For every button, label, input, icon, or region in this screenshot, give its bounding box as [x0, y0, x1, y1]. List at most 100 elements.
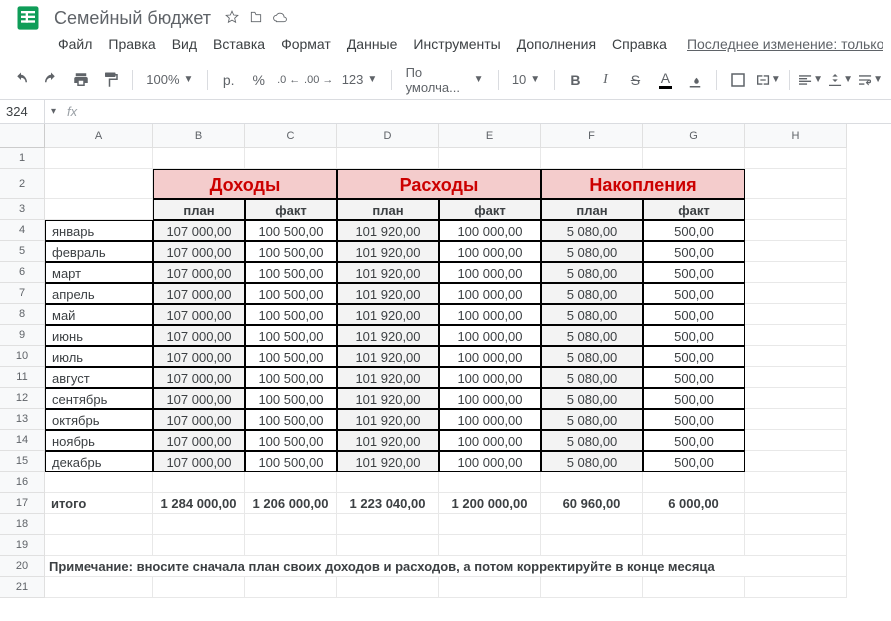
cell[interactable] — [541, 535, 643, 556]
row-header[interactable]: 16 — [0, 472, 45, 493]
borders-button[interactable] — [725, 67, 751, 93]
cloud-icon[interactable] — [273, 10, 287, 27]
paint-format-button[interactable] — [98, 67, 124, 93]
star-icon[interactable] — [225, 10, 239, 27]
value-cell[interactable]: 107 000,00 — [153, 409, 245, 430]
value-cell[interactable]: 100 000,00 — [439, 283, 541, 304]
cell[interactable] — [153, 577, 245, 598]
value-cell[interactable]: 107 000,00 — [153, 304, 245, 325]
row-header[interactable]: 2 — [0, 169, 45, 199]
month-cell[interactable]: апрель — [45, 283, 153, 304]
cell[interactable] — [153, 514, 245, 535]
cell[interactable] — [745, 169, 847, 199]
value-cell[interactable]: 100 000,00 — [439, 220, 541, 241]
month-cell[interactable]: февраль — [45, 241, 153, 262]
value-cell[interactable]: 500,00 — [643, 283, 745, 304]
cell[interactable] — [643, 472, 745, 493]
bold-button[interactable]: B — [562, 67, 588, 93]
sub-header[interactable]: факт — [643, 199, 745, 220]
value-cell[interactable]: 100 000,00 — [439, 325, 541, 346]
cell[interactable] — [643, 535, 745, 556]
cell[interactable] — [745, 577, 847, 598]
row-header[interactable]: 14 — [0, 430, 45, 451]
zoom-select[interactable]: 100%▼ — [140, 72, 199, 87]
value-cell[interactable]: 107 000,00 — [153, 325, 245, 346]
value-cell[interactable]: 5 080,00 — [541, 325, 643, 346]
value-cell[interactable]: 5 080,00 — [541, 451, 643, 472]
currency-button[interactable]: р. — [216, 67, 242, 93]
merge-button[interactable]: ▼ — [755, 67, 781, 93]
value-cell[interactable]: 100 000,00 — [439, 304, 541, 325]
cell[interactable] — [745, 514, 847, 535]
value-cell[interactable]: 100 500,00 — [245, 451, 337, 472]
cell[interactable] — [745, 367, 847, 388]
menu-insert[interactable]: Вставка — [205, 32, 273, 56]
cell[interactable] — [245, 577, 337, 598]
value-cell[interactable]: 500,00 — [643, 220, 745, 241]
value-cell[interactable]: 101 920,00 — [337, 367, 439, 388]
value-cell[interactable]: 107 000,00 — [153, 262, 245, 283]
cell[interactable] — [745, 262, 847, 283]
font-select[interactable]: По умолча...▼ — [400, 65, 490, 95]
value-cell[interactable]: 100 000,00 — [439, 367, 541, 388]
cell[interactable] — [745, 199, 847, 220]
value-cell[interactable]: 500,00 — [643, 430, 745, 451]
col-header[interactable]: A — [45, 124, 153, 148]
cell[interactable] — [245, 535, 337, 556]
cell[interactable] — [643, 148, 745, 169]
number-format-select[interactable]: 123▼ — [336, 72, 384, 87]
name-box[interactable]: 324 — [0, 100, 45, 123]
menu-data[interactable]: Данные — [339, 32, 406, 56]
cell[interactable] — [541, 472, 643, 493]
value-cell[interactable]: 500,00 — [643, 367, 745, 388]
cell[interactable] — [745, 430, 847, 451]
value-cell[interactable]: 100 000,00 — [439, 451, 541, 472]
month-cell[interactable]: октябрь — [45, 409, 153, 430]
value-cell[interactable]: 100 500,00 — [245, 304, 337, 325]
month-cell[interactable]: июнь — [45, 325, 153, 346]
month-cell[interactable]: сентябрь — [45, 388, 153, 409]
sub-header[interactable]: факт — [439, 199, 541, 220]
cell[interactable] — [245, 148, 337, 169]
cell[interactable] — [745, 148, 847, 169]
menu-format[interactable]: Формат — [273, 32, 339, 56]
cell[interactable] — [745, 472, 847, 493]
value-cell[interactable]: 100 500,00 — [245, 346, 337, 367]
value-cell[interactable]: 101 920,00 — [337, 451, 439, 472]
wrap-button[interactable]: ▼ — [857, 67, 883, 93]
cell[interactable] — [541, 514, 643, 535]
value-cell[interactable]: 101 920,00 — [337, 283, 439, 304]
cell[interactable] — [245, 472, 337, 493]
value-cell[interactable]: 500,00 — [643, 304, 745, 325]
note-cell[interactable]: Примечание: вносите сначала план своих д… — [45, 556, 847, 577]
cell[interactable] — [745, 220, 847, 241]
value-cell[interactable]: 101 920,00 — [337, 388, 439, 409]
value-cell[interactable]: 5 080,00 — [541, 241, 643, 262]
value-cell[interactable]: 107 000,00 — [153, 388, 245, 409]
valign-button[interactable]: ▼ — [827, 67, 853, 93]
row-header[interactable]: 4 — [0, 220, 45, 241]
value-cell[interactable]: 100 500,00 — [245, 367, 337, 388]
value-cell[interactable]: 5 080,00 — [541, 220, 643, 241]
total-cell[interactable]: 1 223 040,00 — [337, 493, 439, 514]
value-cell[interactable]: 107 000,00 — [153, 346, 245, 367]
cell[interactable] — [45, 514, 153, 535]
cell[interactable] — [439, 514, 541, 535]
value-cell[interactable]: 500,00 — [643, 262, 745, 283]
cell[interactable] — [439, 577, 541, 598]
value-cell[interactable]: 100 000,00 — [439, 409, 541, 430]
month-cell[interactable]: январь — [45, 220, 153, 241]
menu-help[interactable]: Справка — [604, 32, 675, 56]
move-icon[interactable] — [249, 10, 263, 27]
value-cell[interactable]: 107 000,00 — [153, 241, 245, 262]
value-cell[interactable]: 100 500,00 — [245, 388, 337, 409]
value-cell[interactable]: 100 500,00 — [245, 241, 337, 262]
sub-header[interactable]: план — [541, 199, 643, 220]
value-cell[interactable]: 5 080,00 — [541, 304, 643, 325]
strike-button[interactable]: S — [622, 67, 648, 93]
value-cell[interactable]: 500,00 — [643, 388, 745, 409]
row-header[interactable]: 8 — [0, 304, 45, 325]
col-header[interactable]: H — [745, 124, 847, 148]
value-cell[interactable]: 101 920,00 — [337, 304, 439, 325]
cell[interactable] — [439, 535, 541, 556]
